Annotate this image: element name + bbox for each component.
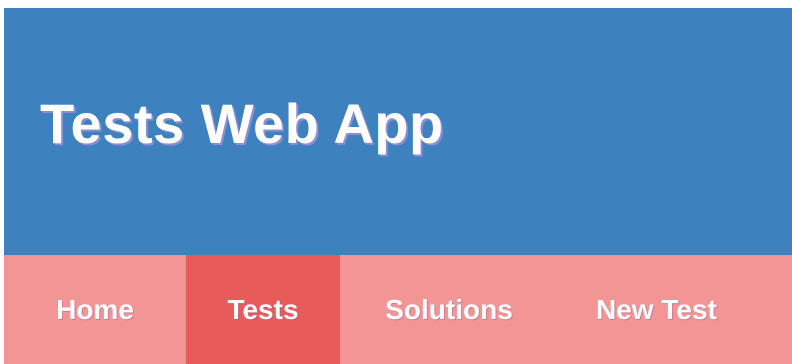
nav-item-home[interactable]: Home [4, 255, 186, 364]
app-header: Tests Web App [4, 0, 792, 255]
nav-item-tests[interactable]: Tests [186, 255, 340, 364]
nav-item-tests-label: Tests [227, 293, 299, 325]
nav-item-new-test[interactable]: New Test [558, 255, 792, 364]
nav-item-solutions[interactable]: Solutions [340, 255, 558, 364]
tests-web-app: Tests Web App Home Tests Solutions New T… [0, 0, 792, 364]
nav-item-solutions-label: Solutions [385, 293, 513, 325]
app-title: Tests Web App [40, 92, 444, 155]
nav-item-new-test-label: New Test [596, 293, 717, 325]
main-navigation: Home Tests Solutions New Test [4, 255, 792, 364]
nav-item-home-label: Home [56, 293, 134, 325]
